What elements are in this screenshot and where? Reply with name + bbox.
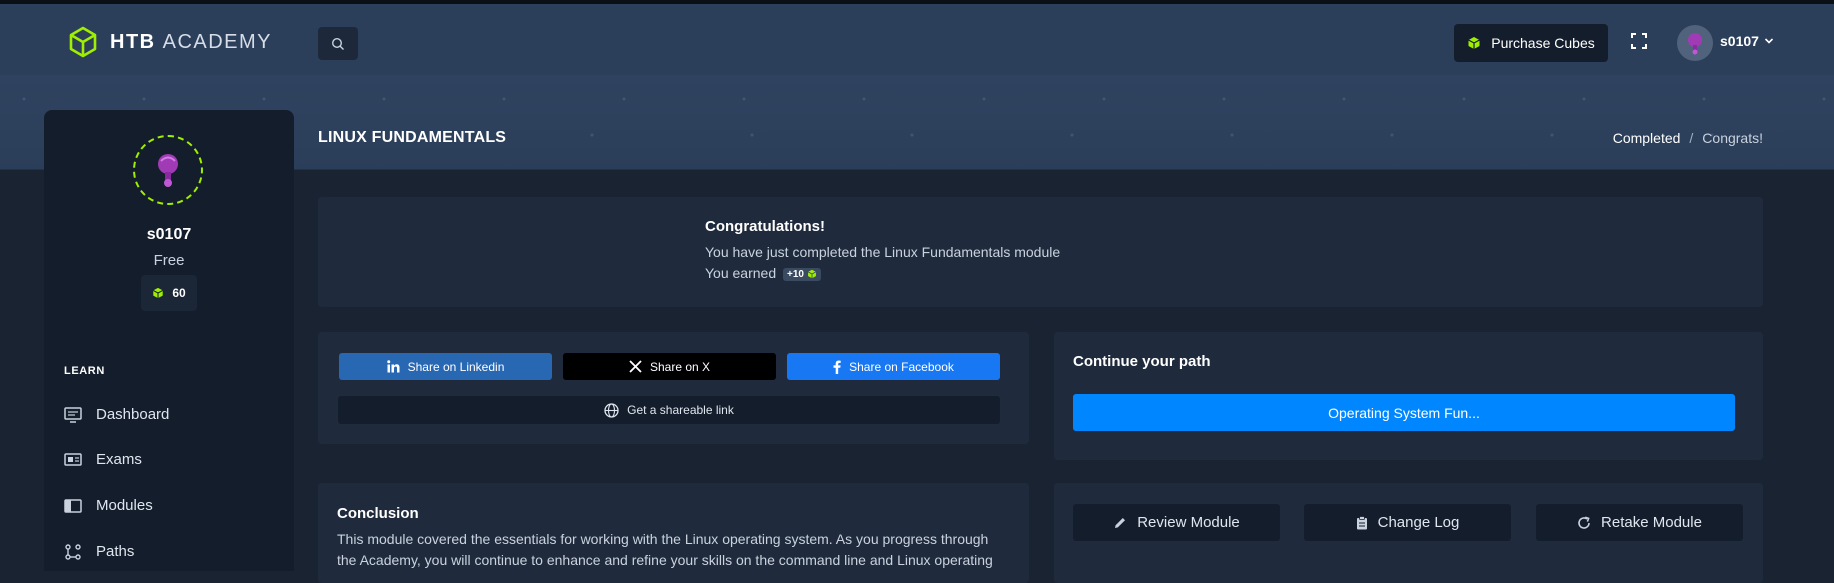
fullscreen-icon[interactable]	[1630, 32, 1648, 50]
avatar-image	[158, 154, 178, 187]
sidebar-username: s0107	[146, 226, 192, 243]
sidebar-item-label: Exams	[96, 451, 142, 468]
chevron-down-icon[interactable]	[1764, 37, 1774, 45]
share-linkedin-label: Share on Linkedin	[407, 359, 505, 374]
paths-icon	[65, 543, 81, 560]
change-log-button[interactable]: Change Log	[1304, 504, 1511, 541]
change-log-label: Change Log	[1377, 514, 1460, 531]
sidebar-item-paths[interactable]: Paths	[64, 543, 134, 560]
earned-cubes-value: +10	[787, 268, 804, 280]
share-linkedin-button[interactable]: Share on Linkedin	[339, 353, 552, 380]
share-facebook-button[interactable]: Share on Facebook	[787, 353, 1000, 380]
cube-icon	[153, 287, 164, 299]
retake-module-button[interactable]: Retake Module	[1536, 504, 1743, 541]
sidebar-item-label: Dashboard	[96, 406, 170, 423]
shareable-link-label: Get a shareable link	[627, 403, 734, 417]
earned-label: You earned	[705, 265, 777, 281]
purchase-cubes-button[interactable]: Purchase Cubes	[1454, 24, 1608, 62]
htb-academy-logo[interactable]: HTB ACADEMY	[68, 26, 272, 58]
continue-path-title: Continue your path	[1073, 353, 1211, 370]
search-button[interactable]	[318, 27, 358, 60]
share-facebook-label: Share on Facebook	[849, 359, 954, 374]
conclusion-text: This module covered the essentials for w…	[337, 531, 993, 568]
x-logo-icon	[629, 360, 642, 373]
facebook-icon	[833, 360, 841, 374]
cubes-count: 60	[172, 286, 186, 300]
purchase-cubes-label: Purchase Cubes	[1491, 35, 1595, 51]
conclusion-title: Conclusion	[337, 505, 419, 522]
share-x-label: Share on X	[649, 359, 711, 374]
sidebar-item-modules[interactable]: Modules	[64, 497, 153, 514]
sidebar: s0107 Free 60 LEARN Dashboard Exams Modu…	[44, 110, 294, 571]
retake-module-label: Retake Module	[1601, 514, 1702, 531]
user-avatar[interactable]	[1677, 25, 1713, 61]
sidebar-item-dashboard[interactable]: Dashboard	[64, 406, 169, 423]
top-navbar: HTB ACADEMY Purchase Cubes s0107	[0, 0, 1834, 75]
breadcrumb-separator: /	[1689, 130, 1694, 146]
globe-icon	[604, 402, 619, 418]
breadcrumb-current: Congrats!	[1702, 130, 1763, 146]
clipboard-icon	[1356, 515, 1367, 529]
pencil-icon	[1115, 517, 1126, 528]
page-title: LINUX FUNDAMENTALS	[318, 129, 507, 146]
sidebar-item-label: Paths	[96, 543, 135, 560]
review-module-label: Review Module	[1137, 514, 1240, 531]
breadcrumb: Completed / Congrats!	[1613, 130, 1763, 146]
search-icon	[331, 37, 344, 50]
review-module-button[interactable]: Review Module	[1073, 504, 1280, 541]
share-panel	[318, 332, 1029, 444]
logo-text: HTB ACADEMY	[110, 30, 273, 53]
profile-avatar[interactable]	[133, 135, 203, 205]
share-x-button[interactable]: Share on X	[563, 353, 776, 380]
cubes-balance: 60	[141, 275, 197, 311]
cube-icon	[1468, 37, 1481, 49]
subscription-plan: Free	[153, 252, 185, 269]
modules-icon	[64, 498, 82, 513]
header-username[interactable]: s0107	[1720, 33, 1759, 49]
earned-cubes-badge: +10	[783, 267, 821, 281]
continue-path-button[interactable]: Operating System Fun...	[1073, 394, 1735, 431]
monitor-icon	[64, 406, 82, 423]
earned-message: You earned +10	[705, 265, 821, 281]
completion-message: You have just completed the Linux Fundam…	[705, 244, 1061, 260]
shareable-link-button[interactable]: Get a shareable link	[338, 396, 1000, 424]
learn-section-label: LEARN	[64, 365, 105, 377]
exam-icon	[64, 452, 82, 466]
linkedin-icon	[386, 360, 400, 373]
avatar-image	[1688, 33, 1702, 55]
sidebar-item-label: Modules	[96, 497, 153, 514]
breadcrumb-completed[interactable]: Completed	[1613, 130, 1681, 146]
sidebar-item-exams[interactable]: Exams	[64, 451, 142, 468]
cube-icon	[807, 270, 817, 279]
cube-logo-icon	[69, 26, 97, 58]
refresh-icon	[1578, 515, 1590, 529]
congrats-title: Congratulations!	[705, 218, 825, 235]
